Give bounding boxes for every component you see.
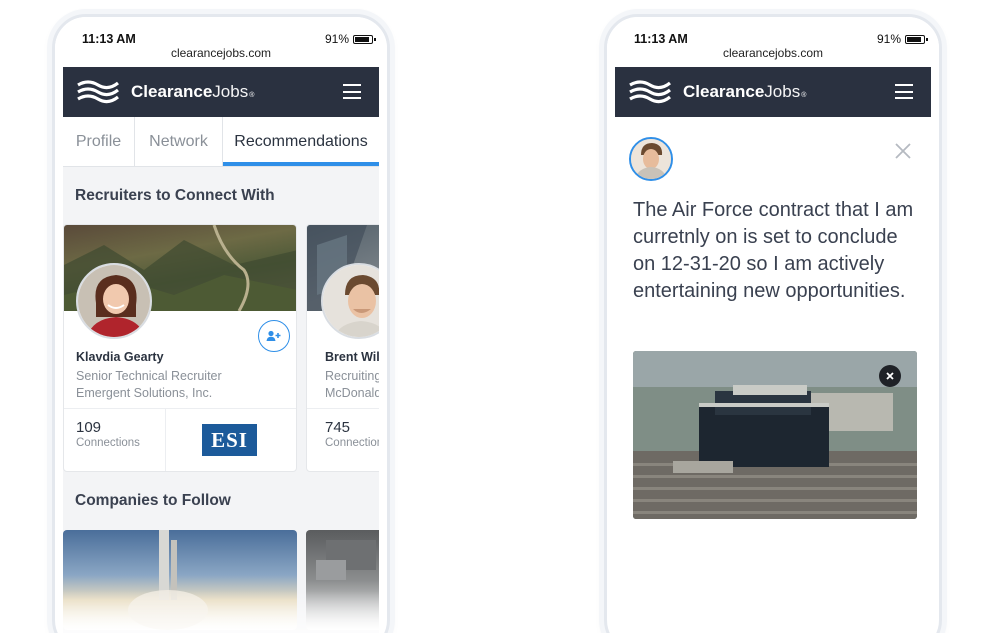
connections-label: Connections (76, 437, 140, 449)
battery-level: 91% (876, 32, 901, 46)
avatar[interactable] (76, 263, 152, 339)
card-vertical-divider (165, 408, 166, 471)
close-circle-icon (886, 372, 894, 380)
tab-recommendations[interactable]: Recommendations (223, 117, 379, 166)
brand-name[interactable]: Clearance Jobs ® (683, 82, 806, 102)
recruiter-card[interactable]: Brent Will Recruiting McDonald 745 Conne… (306, 224, 379, 472)
companies-section-title: Companies to Follow (75, 492, 231, 509)
battery-icon (905, 34, 928, 44)
tab-profile[interactable]: Profile (63, 117, 135, 166)
brand-mark: ® (801, 92, 807, 99)
recruiter-title: Recruiting (325, 369, 379, 383)
post-image[interactable] (633, 351, 917, 519)
status-time: 11:13 AM (634, 32, 688, 46)
recruiters-carousel[interactable]: Klavdia Gearty Senior Technical Recruite… (63, 224, 379, 472)
hamburger-menu-icon[interactable] (343, 84, 361, 99)
add-person-icon (266, 330, 281, 341)
phone-left: 11:13 AM clearancejobs.com 91% Clearance… (52, 14, 390, 633)
profile-tabs: Profile Network Recommendations (63, 117, 379, 167)
brand-name-light: Jobs (212, 82, 249, 101)
recruiter-company: Emergent Solutions, Inc. (76, 386, 213, 400)
avatar-man-image (631, 139, 671, 179)
recruiter-details: Recruiting McDonald (325, 368, 379, 402)
logo-flag-icon[interactable] (76, 77, 120, 107)
phone-right: 11:13 AM clearancejobs.com 91% Clearance… (604, 14, 942, 633)
connections-count: 745 (325, 419, 351, 436)
brand-name-bold: Clearance (131, 82, 213, 101)
hamburger-menu-icon[interactable] (895, 84, 913, 99)
avatar-man-image (323, 265, 379, 337)
recruiter-company: McDonald (325, 386, 379, 400)
status-url[interactable]: clearancejobs.com (607, 46, 939, 60)
status-battery: 91% (876, 32, 928, 46)
avatar-woman-image (78, 265, 150, 337)
status-battery: 91% (324, 32, 376, 46)
avatar[interactable] (629, 137, 673, 181)
brand-name-light: Jobs (764, 82, 801, 101)
remove-image-button[interactable] (879, 365, 901, 387)
status-url[interactable]: clearancejobs.com (55, 46, 387, 60)
connections-count: 109 (76, 419, 102, 436)
top-navbar: Clearance Jobs ® (63, 67, 379, 117)
logo-flag-icon[interactable] (628, 77, 672, 107)
top-navbar: Clearance Jobs ® (615, 67, 931, 117)
recruiter-name[interactable]: Klavdia Gearty (76, 350, 164, 364)
recruiters-section-title: Recruiters to Connect With (75, 187, 275, 204)
bottom-fade (63, 591, 379, 633)
status-time: 11:13 AM (82, 32, 136, 46)
battery-level: 91% (324, 32, 349, 46)
post-composer: The Air Force contract that I am curretn… (615, 117, 931, 633)
recommendations-screen: Profile Network Recommendations Recruite… (63, 117, 379, 633)
headquarters-building-image (633, 351, 917, 519)
recruiter-details: Senior Technical Recruiter Emergent Solu… (76, 368, 222, 402)
battery-icon (353, 34, 376, 44)
recruiter-title: Senior Technical Recruiter (76, 369, 222, 383)
recruiter-name[interactable]: Brent Will (325, 350, 379, 364)
close-icon[interactable] (893, 141, 913, 161)
card-divider (64, 408, 296, 409)
post-text[interactable]: The Air Force contract that I am curretn… (633, 197, 918, 305)
status-bar: 11:13 AM clearancejobs.com 91% (607, 17, 939, 67)
tab-network[interactable]: Network (135, 117, 223, 166)
brand-name[interactable]: Clearance Jobs ® (131, 82, 254, 102)
company-logo[interactable]: ESI (202, 424, 257, 456)
connections-label: Connection (325, 437, 379, 449)
status-bar: 11:13 AM clearancejobs.com 91% (55, 17, 387, 67)
brand-mark: ® (249, 92, 255, 99)
recruiter-card[interactable]: Klavdia Gearty Senior Technical Recruite… (63, 224, 297, 472)
connect-button[interactable] (258, 320, 290, 352)
brand-name-bold: Clearance (683, 82, 765, 101)
card-divider (307, 408, 379, 409)
